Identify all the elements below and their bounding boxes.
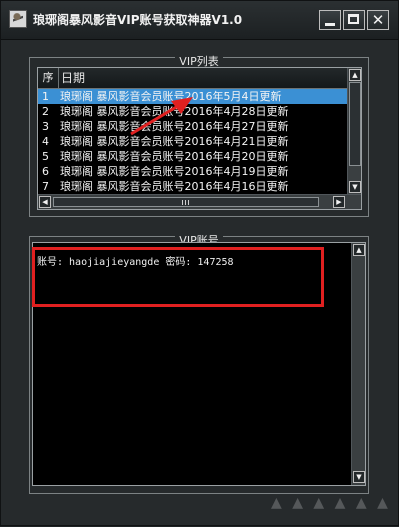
list-item-seq: 3 [42,120,49,133]
maximize-icon [348,14,359,24]
list-item-text: 琅琊阁 暴风影音会员账号2016年4月27日更新 [60,120,289,133]
list-item[interactable]: 2 琅琊阁 暴风影音会员账号2016年4月28日更新 [38,104,348,119]
app-icon [9,10,27,28]
list-item[interactable]: 6 琅琊阁 暴风影音会员账号2016年4月19日更新 [38,164,348,179]
title-bar[interactable]: 琅琊阁暴风影音VIP账号获取神器V1.0 ✕ [1,1,398,40]
list-rows: 1 琅琊阁 暴风影音会员账号2016年5月4日更新 2 琅琊阁 暴风影音会员账号… [38,89,348,193]
list-item-seq: 2 [42,105,49,118]
scroll-left-arrow-icon[interactable]: ◀ [39,196,51,208]
close-button[interactable]: ✕ [367,10,389,30]
list-item-text: 琅琊阁 暴风影音会员账号2016年4月20日更新 [60,150,289,163]
maximize-button[interactable] [343,10,365,30]
list-item-seq: 4 [42,135,49,148]
list-item[interactable]: 4 琅琊阁 暴风影音会员账号2016年4月21日更新 [38,134,348,149]
list-vertical-scrollbar[interactable]: ▲ ▼ [347,68,361,195]
vip-list-view[interactable]: 序 日期 1 琅琊阁 暴风影音会员账号2016年5月4日更新 2 琅琊阁 暴风影… [37,67,362,210]
column-header-seq[interactable]: 序 [38,68,59,88]
scroll-up-arrow-icon[interactable]: ▲ [353,244,365,256]
list-hscroll-thumb[interactable] [53,197,319,207]
watermark-logo: ▲ ▲ ▲ ▲ ▲ ▲ [271,495,391,511]
minimize-button[interactable] [319,10,341,30]
list-item[interactable]: 1 琅琊阁 暴风影音会员账号2016年5月4日更新 [38,89,348,104]
scroll-down-arrow-icon[interactable]: ▼ [353,471,365,483]
list-item-text: 琅琊阁 暴风影音会员账号2016年4月21日更新 [60,135,289,148]
list-item[interactable]: 7 琅琊阁 暴风影音会员账号2016年4月16日更新 [38,179,348,193]
main-window: 琅琊阁暴风影音VIP账号获取神器V1.0 ✕ VIP列表 序 日期 1 琅琊阁 … [0,0,399,526]
list-item-seq: 6 [42,165,49,178]
list-item-seq: 1 [42,90,49,103]
scroll-right-arrow-icon[interactable]: ▶ [333,196,345,208]
list-item-text: 琅琊阁 暴风影音会员账号2016年5月4日更新 [60,90,282,103]
list-item-text: 琅琊阁 暴风影音会员账号2016年4月16日更新 [60,180,289,193]
list-header: 序 日期 [38,68,348,89]
close-icon: ✕ [371,11,385,29]
list-item-seq: 5 [42,150,49,163]
list-item-seq: 7 [42,180,49,193]
minimize-icon [325,23,335,26]
list-item[interactable]: 5 琅琊阁 暴风影音会员账号2016年4月20日更新 [38,149,348,164]
scroll-down-arrow-icon[interactable]: ▼ [349,181,361,193]
account-vertical-scrollbar[interactable]: ▲ ▼ [351,243,365,485]
list-item-text: 琅琊阁 暴风影音会员账号2016年4月19日更新 [60,165,289,178]
list-scroll-thumb[interactable] [349,82,361,166]
scroll-up-arrow-icon[interactable]: ▲ [349,69,361,81]
highlight-box [32,247,324,307]
column-header-date[interactable]: 日期 [61,68,85,88]
list-item[interactable]: 3 琅琊阁 暴风影音会员账号2016年4月27日更新 [38,119,348,134]
window-title: 琅琊阁暴风影音VIP账号获取神器V1.0 [33,13,243,27]
list-item-text: 琅琊阁 暴风影音会员账号2016年4月28日更新 [60,105,289,118]
list-horizontal-scrollbar[interactable]: ◀ ▶ [38,194,361,209]
